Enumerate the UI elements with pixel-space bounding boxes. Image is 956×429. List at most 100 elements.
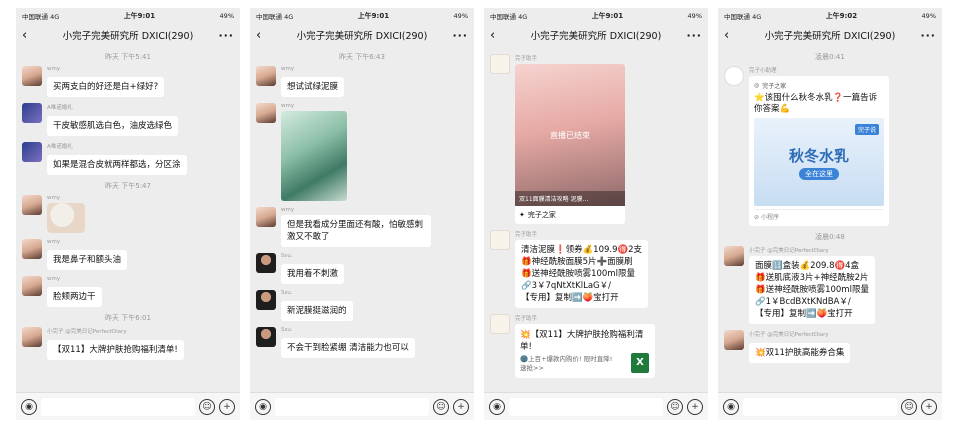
source-name: 完子之家 [762,83,787,90]
sender-name: 小完子 @完美日记PerfectDiary [47,329,127,335]
phone-screen-4: 中国联通 4G 上午9:02 49% ‹ 小完子完美研究所 DXICI(290)… [718,8,942,420]
message-bubble[interactable]: 清洁泥膜❗领券💰109.9🉐2支 🎁神经酰胺面膜5片➕面膜刷 🎁送神经酰胺喷雾1… [515,240,648,308]
mini-program-icon: ⊘ [754,214,760,221]
sender-name: A唯诺婚礼 [47,105,73,111]
voice-icon[interactable]: ◉ [489,398,505,415]
voice-icon[interactable]: ◉ [255,398,271,415]
avatar[interactable] [22,103,42,123]
product-photo[interactable] [281,111,347,201]
message: wmy [16,195,240,233]
excel-icon: X [631,353,649,373]
message-bubble[interactable]: 我是鼻子和额头油 [47,250,128,270]
avatar[interactable] [22,239,42,259]
message-input[interactable] [41,397,195,416]
message-bubble[interactable]: 想试试绿泥膜 [281,77,345,97]
avatar[interactable] [22,66,42,86]
message-input[interactable] [275,397,429,416]
voice-icon[interactable]: ◉ [21,398,37,415]
input-bar: ◉ ☺ + [16,392,240,420]
plus-icon[interactable]: + [687,398,703,415]
avatar[interactable] [256,207,276,227]
avatar[interactable] [22,195,42,215]
input-bar: ◉ ☺ + [718,392,942,420]
sender-name: wmy [281,207,295,213]
avatar[interactable] [256,290,276,310]
message-bubble[interactable]: 但是我看成分里面还有酸，怕敏感刺激又不敢了 [281,215,431,247]
link-description: 🌚上百+爆款内购价! 限时直降! 速抢>> [520,355,613,372]
message-input[interactable] [509,397,663,416]
message-bubble[interactable]: 我用着不刺激 [281,264,345,284]
timestamp: 凌晨0:41 [815,53,845,61]
message: 小完子 @完美日记PerfectDiary 💥双11护肤高能券合集 [718,330,942,363]
chat-title: 小完子完美研究所 DXICI(290) [62,31,194,42]
emoji-icon[interactable]: ☺ [433,398,449,415]
message-bubble[interactable]: 新泥膜挺滋润的 [281,301,353,321]
message-bubble[interactable]: 【双11】大牌护肤抢购福利清单! [47,340,184,360]
sender-name: A唯诺婚礼 [47,144,73,150]
sender-name: wmy [281,66,295,72]
avatar[interactable] [490,54,510,74]
message-bubble[interactable]: 干皮敏感肌选白色，油皮选绿色 [47,116,179,136]
avatar[interactable] [256,253,276,273]
sender-name: 小完子 @完美日记PerfectDiary [749,332,829,338]
avatar[interactable] [490,314,510,334]
message-list[interactable]: 完子助手 直播已结束 双11面膜清洁攻略 泥膜... ✦ 完子之家 完子助手 清… [484,46,708,392]
emoji-icon[interactable]: ☺ [199,398,215,415]
sticker-image[interactable] [47,203,85,233]
back-arrow-icon[interactable]: ‹ [490,28,506,43]
live-video-card[interactable]: 直播已结束 双11面膜清洁攻略 泥膜... ✦ 完子之家 [515,64,625,224]
message-list[interactable]: 昨天 下午5:41 wmy 买两支白的好还是白+绿好? A唯诺婚礼 干皮敏感肌选… [16,46,240,392]
card-description: ⭐该囤什么秋冬水乳❓一篇告诉你答案💪 [754,93,878,114]
avatar[interactable] [22,142,42,162]
message: wmy 想试试绿泥膜 [250,66,474,97]
avatar[interactable] [490,230,510,250]
timestamp: 凌晨0:48 [815,233,845,241]
message-bubble[interactable]: 如果是混合皮就两样都选，分区涂 [47,155,187,175]
plus-icon[interactable]: + [921,398,937,415]
message-bubble[interactable]: 💥双11护肤高能券合集 [749,343,851,363]
avatar[interactable] [724,246,744,266]
mini-program-card[interactable]: ◎ 完子之家 ⭐该囤什么秋冬水乳❓一篇告诉你答案💪 完子说 秋冬水乳 全在这里 … [749,76,889,226]
message: A唯诺婚礼 如果是混合皮就两样都选，分区涂 [16,142,240,175]
message: wmy 脸颊两边干 [16,276,240,307]
more-icon[interactable]: ··· [920,29,936,42]
message-input[interactable] [743,397,897,416]
avatar[interactable] [22,276,42,296]
message-bubble[interactable]: 面膜🔢盒装💰209.8🉐4盒 🎁送肌底液3片+神经酰胺2片 🎁送神经酰胺喷雾10… [749,256,875,324]
timestamp: 昨天 下午5:41 [105,53,151,61]
message: 小完子 @完美日记PerfectDiary 面膜🔢盒装💰209.8🉐4盒 🎁送肌… [718,246,942,324]
message-bubble[interactable]: 脸颊两边干 [47,287,102,307]
message-bubble[interactable]: 买两支白的好还是白+绿好? [47,77,165,97]
avatar[interactable] [724,66,744,86]
phone-screen-2: 中国联通 4G 上午9:01 49% ‹ 小完子完美研究所 DXICI(290)… [250,8,474,420]
emoji-icon[interactable]: ☺ [901,398,917,415]
voice-icon[interactable]: ◉ [723,398,739,415]
emoji-icon[interactable]: ☺ [667,398,683,415]
message-bubble[interactable]: 不会干到脸紧绷 清洁能力也可以 [281,338,415,358]
back-arrow-icon[interactable]: ‹ [724,28,740,43]
plus-icon[interactable]: + [453,398,469,415]
more-icon[interactable]: ··· [686,29,702,42]
back-arrow-icon[interactable]: ‹ [22,28,38,43]
more-icon[interactable]: ··· [452,29,468,42]
avatar[interactable] [256,66,276,86]
sender-name: wmy [47,195,61,201]
input-bar: ◉ ☺ + [250,392,474,420]
message: wmy 买两支白的好还是白+绿好? [16,66,240,97]
message-list[interactable]: 凌晨0:41 完子小助理 ◎ 完子之家 ⭐该囤什么秋冬水乳❓一篇告诉你答案💪 完… [718,46,942,392]
sender-name: wmy [281,103,295,109]
input-bar: ◉ ☺ + [484,392,708,420]
avatar[interactable] [22,327,42,347]
avatar[interactable] [724,330,744,350]
card-image: 完子说 秋冬水乳 全在这里 [754,118,884,206]
message-list[interactable]: 昨天 下午6:43 wmy 想试试绿泥膜 wmy wmy 但是我看成分里面还有酸… [250,46,474,392]
avatar[interactable] [256,327,276,347]
back-arrow-icon[interactable]: ‹ [256,28,272,43]
more-icon[interactable]: ··· [218,29,234,42]
message: wmy 我是鼻子和额头油 [16,239,240,270]
message: 完子小助理 ◎ 完子之家 ⭐该囤什么秋冬水乳❓一篇告诉你答案💪 完子说 秋冬水乳… [718,66,942,226]
message: Ssu. 我用着不刺激 [250,253,474,284]
plus-icon[interactable]: + [219,398,235,415]
avatar[interactable] [256,103,276,123]
link-card[interactable]: 💥【双11】大牌护肤抢购福利清单! 🌚上百+爆款内购价! 限时直降! 速抢>> … [515,324,655,378]
